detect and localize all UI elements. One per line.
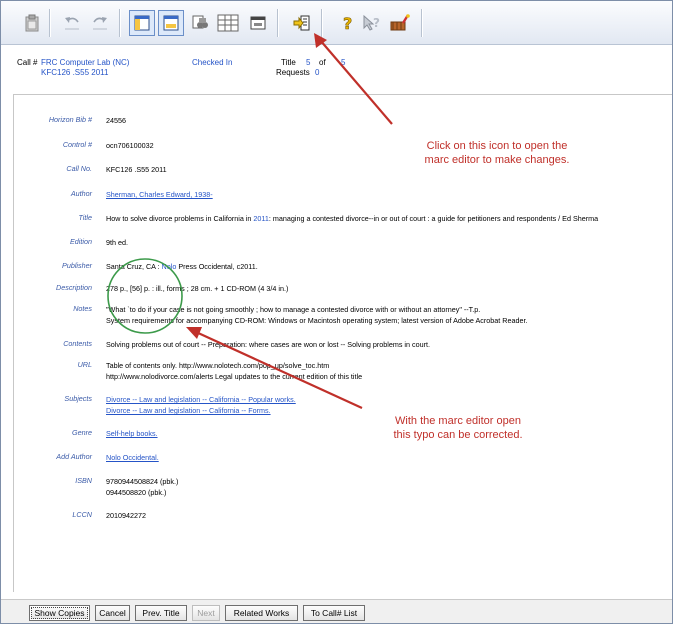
of-label: of — [319, 58, 326, 67]
annotation-typo-note: With the marc editor open this typo can … — [358, 414, 558, 442]
field-label: URL — [77, 360, 92, 369]
svg-text:?: ? — [373, 16, 380, 30]
field-value: Sherman, Charles Edward, 1938- — [106, 189, 213, 200]
title-total: 5 — [341, 58, 346, 67]
field-label: Call No. — [66, 164, 92, 173]
window-icon[interactable] — [245, 10, 271, 36]
field-label: Control # — [62, 140, 92, 149]
cancel-button[interactable]: Cancel — [95, 605, 130, 621]
field-label: Contents — [63, 339, 92, 348]
isbn-line: 9780944508824 (pbk.) — [106, 477, 179, 486]
summary-view-icon[interactable] — [158, 10, 184, 36]
title-text: How to solve divorce problems in Califor… — [106, 214, 254, 223]
annotation-icon-note: Click on this icon to open the marc edit… — [397, 139, 597, 167]
svg-text:?: ? — [343, 14, 352, 33]
field-value: Self-help books. — [106, 428, 158, 439]
binoculars-icon[interactable] — [187, 10, 213, 36]
publisher-text-rest: Press Occidental, c2011. — [176, 262, 258, 271]
field-value: Table of contents only. http://www.nolot… — [106, 360, 362, 382]
field-value: ocn706100032 — [106, 141, 154, 150]
author-link[interactable]: Sherman, Charles Edward, 1938- — [106, 190, 213, 199]
url-line: Table of contents only. http://www.nolot… — [106, 361, 330, 370]
isbn-line: 0944508820 (pbk.) — [106, 488, 167, 497]
redo-icon[interactable] — [87, 10, 113, 36]
notes-line: System requirements for accompanying CD-… — [106, 316, 528, 325]
undo-icon[interactable] — [59, 10, 85, 36]
header-divider — [13, 94, 672, 95]
location-link[interactable]: FRC Computer Lab (NC) — [41, 58, 129, 67]
field-label: Title — [78, 213, 92, 222]
field-value: Santa Cruz, CA : Nolo Press Occidental, … — [106, 261, 258, 272]
tools-icon[interactable] — [387, 10, 413, 36]
clipboard-icon[interactable] — [19, 10, 45, 36]
add-author-link[interactable]: Nolo Occidental. — [106, 453, 159, 462]
genre-link[interactable]: Self-help books. — [106, 429, 158, 438]
annotation-line: this typo can be corrected. — [393, 429, 523, 441]
record-view-icon[interactable] — [129, 10, 155, 36]
grid-view-icon[interactable] — [215, 10, 241, 36]
field-value: Divorce -- Law and legislation -- Califo… — [106, 394, 296, 416]
field-value: 9780944508824 (pbk.) 0944508820 (pbk.) — [106, 476, 178, 498]
toolbar-separator — [421, 9, 423, 37]
field-value: 24556 — [106, 116, 126, 125]
toolbar-separator — [277, 9, 279, 37]
related-works-button[interactable]: Related Works — [225, 605, 298, 621]
toolbar-separator — [321, 9, 323, 37]
bottom-button-bar: Show Copies Cancel Prev. Title Next Rela… — [1, 599, 672, 623]
field-value: "What `to do if your case is not going s… — [106, 304, 527, 326]
title-text-rest: : managing a contested divorce--in or ou… — [268, 214, 599, 223]
field-value: Solving problems out of court -- Prepara… — [106, 340, 430, 349]
field-value: 9th ed. — [106, 238, 128, 247]
annotation-line: Click on this icon to open the — [426, 140, 568, 152]
field-label: LCCN — [72, 510, 92, 519]
url-line: http://www.nolodivorce.com/alerts Legal … — [106, 372, 363, 381]
field-value: How to solve divorce problems in Califor… — [106, 213, 598, 224]
field-value: 278 p., [56] p. : ill., forms ; 28 cm. +… — [106, 284, 289, 293]
to-call-list-button[interactable]: To Call# List — [303, 605, 365, 621]
record-header: Call # FRC Computer Lab (NC) KFC126 .S55… — [17, 58, 667, 92]
show-copies-button[interactable]: Show Copies — [29, 605, 90, 621]
marc-editor-icon[interactable] — [289, 10, 315, 36]
notes-line: "What `to do if your case is not going s… — [106, 305, 481, 314]
record-window: ? ? Call # FRC Computer Lab (NC) KFC126 … — [0, 0, 673, 624]
context-help-icon[interactable]: ? — [359, 10, 385, 36]
requests-label: Requests — [276, 68, 310, 77]
call-number-label: Call # — [17, 58, 38, 67]
status-text: Checked In — [192, 58, 233, 67]
field-label: Add Author — [56, 452, 92, 461]
field-label: Notes — [73, 304, 92, 313]
publisher-text: Santa Cruz, CA : — [106, 262, 162, 271]
field-label: Edition — [70, 237, 92, 246]
field-label: Description — [56, 283, 92, 292]
field-label: Publisher — [62, 261, 92, 270]
toolbar: ? ? — [1, 1, 672, 45]
field-label: Author — [70, 189, 92, 198]
title-year: 2011 — [253, 214, 269, 223]
call-number-value: KFC126 .S55 2011 — [41, 68, 109, 77]
field-label: ISBN — [75, 476, 92, 485]
field-label: Genre — [72, 428, 92, 437]
annotation-line: With the marc editor open — [395, 415, 521, 427]
subject-link[interactable]: Divorce -- Law and legislation -- Califo… — [106, 406, 271, 415]
title-index: 5 — [306, 58, 311, 67]
field-value: Nolo Occidental. — [106, 452, 159, 463]
field-label: Subjects — [64, 394, 92, 403]
title-label: Title — [281, 58, 296, 67]
prev-title-button[interactable]: Prev. Title — [135, 605, 187, 621]
annotation-line: marc editor to make changes. — [424, 154, 570, 166]
publisher-link[interactable]: Nolo — [162, 262, 177, 271]
field-value: KFC126 .S55 2011 — [106, 165, 167, 174]
help-icon[interactable]: ? — [335, 10, 361, 36]
field-label: Horizon Bib # — [48, 115, 92, 124]
requests-count: 0 — [315, 68, 320, 77]
toolbar-separator — [119, 9, 121, 37]
field-value: 2010942272 — [106, 511, 146, 520]
subject-link[interactable]: Divorce -- Law and legislation -- Califo… — [106, 395, 296, 404]
toolbar-separator — [49, 9, 51, 37]
next-button[interactable]: Next — [192, 605, 220, 621]
